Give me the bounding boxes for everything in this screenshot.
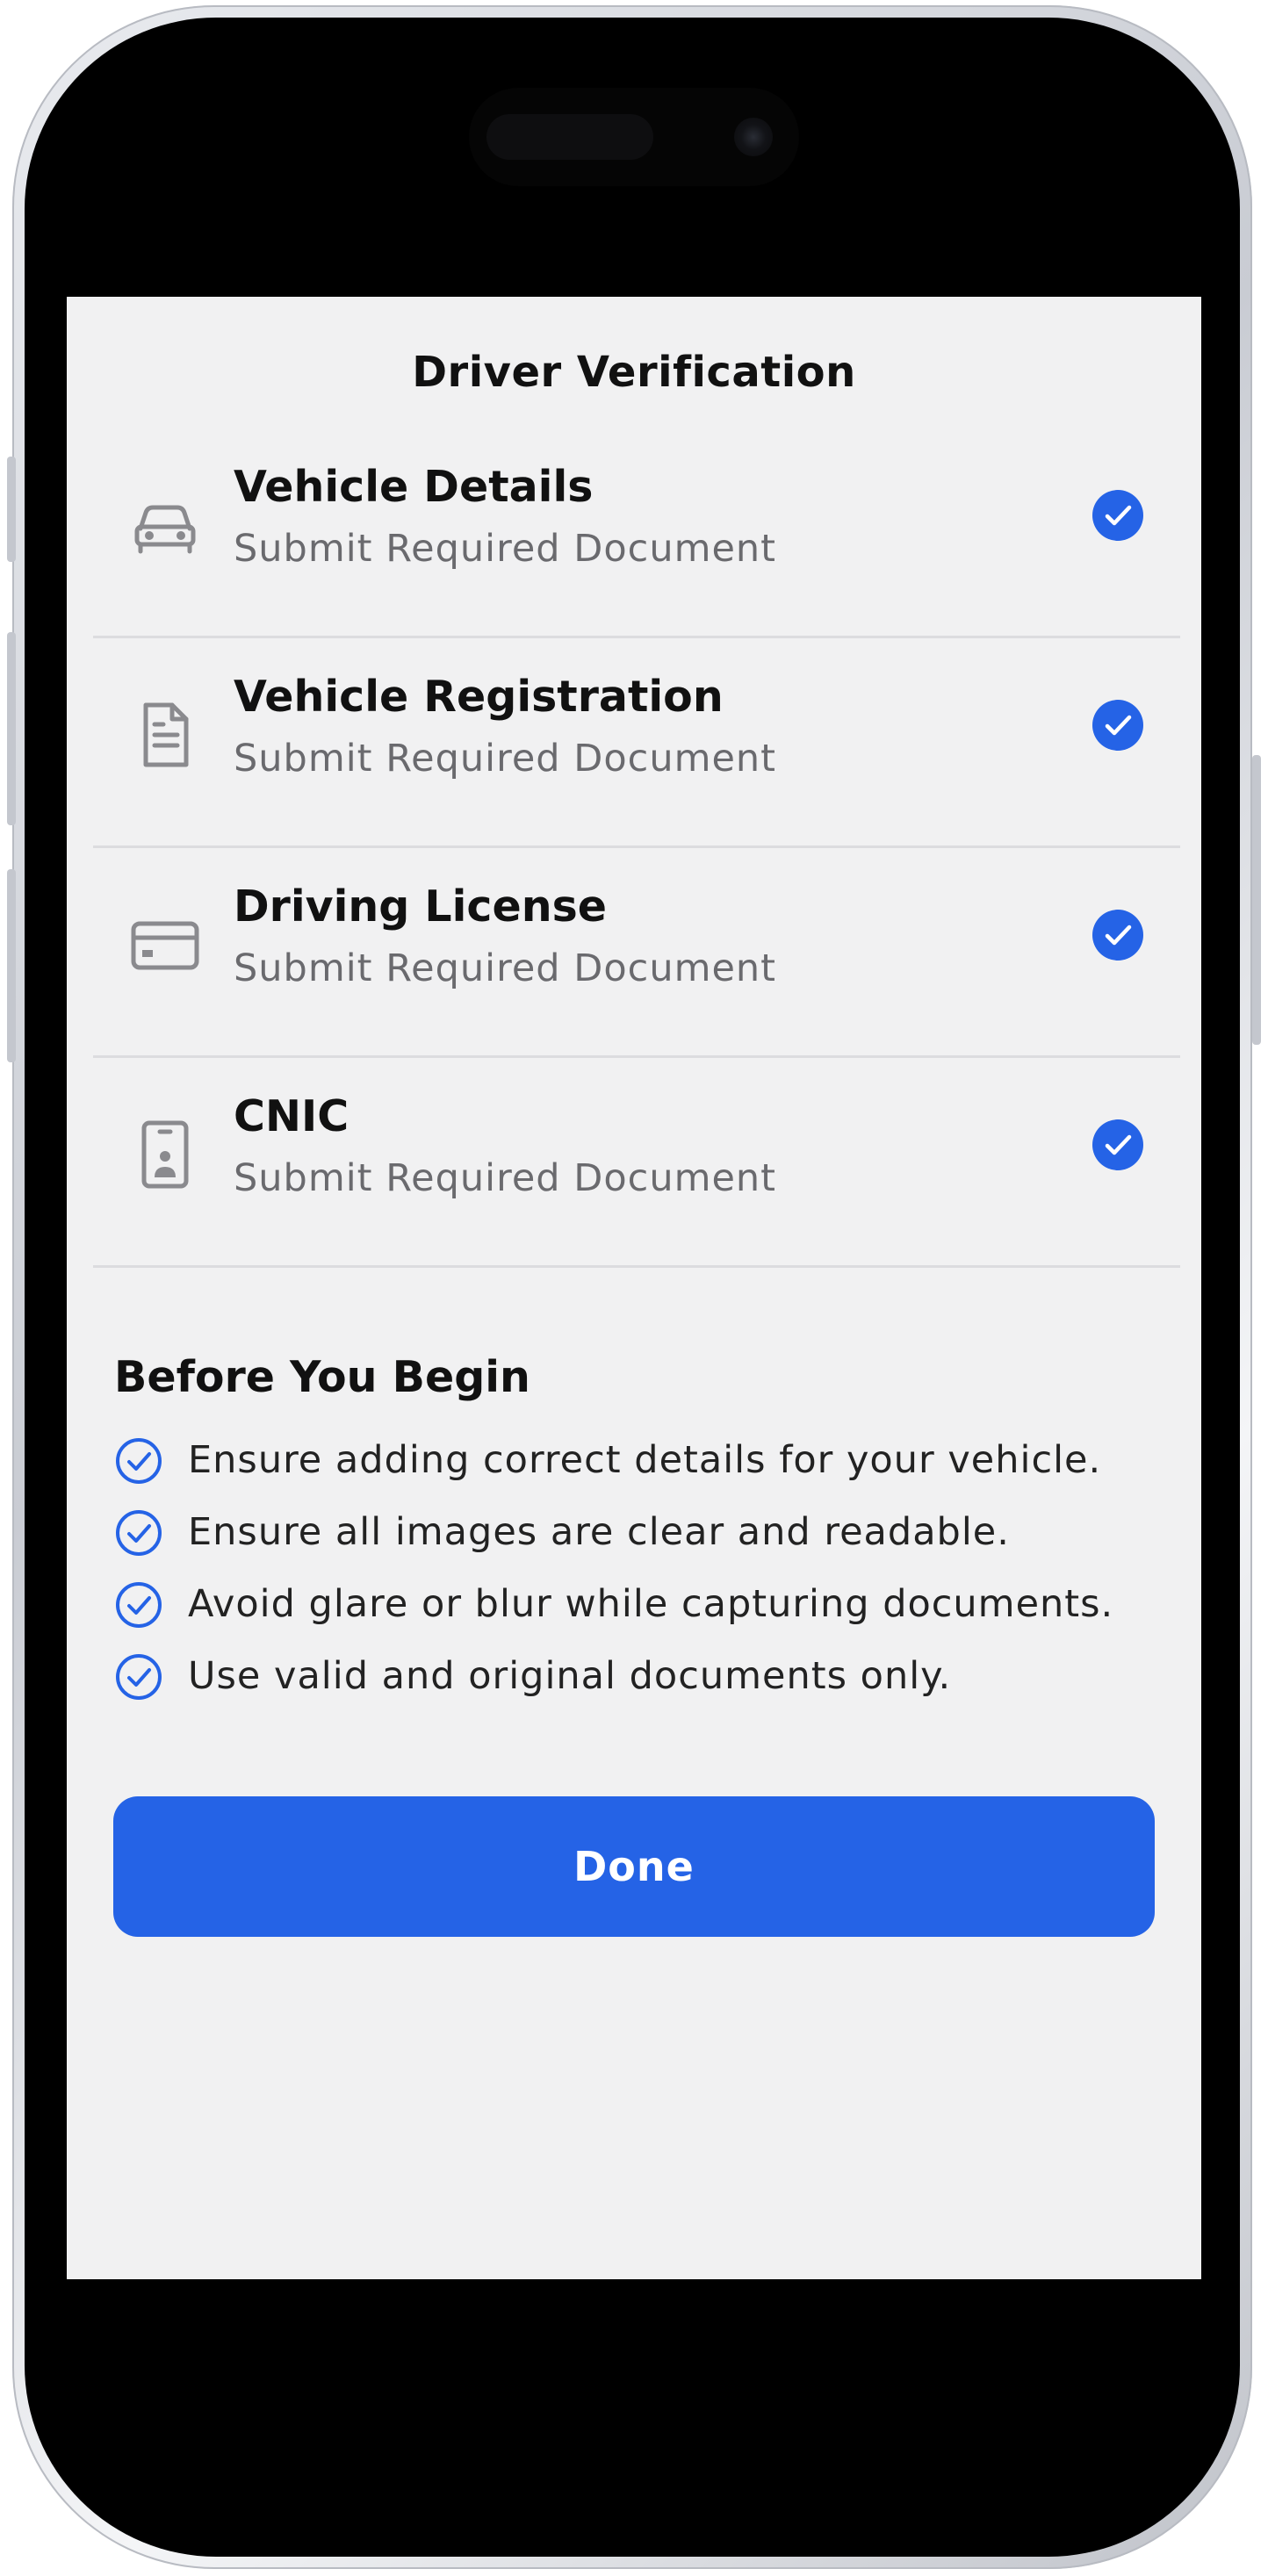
id-badge-icon <box>128 1118 202 1191</box>
check-circle-icon <box>1091 1118 1145 1172</box>
check-circle-icon <box>1091 698 1145 752</box>
document-subtitle: Submit Required Document <box>234 1156 777 1200</box>
document-row-driving-license[interactable]: Driving License Submit Required Document <box>93 848 1180 1058</box>
document-list: Vehicle Details Submit Required Document <box>93 428 1180 1268</box>
document-title: Vehicle Details <box>234 462 594 512</box>
check-outline-icon <box>114 1508 163 1558</box>
car-icon <box>128 488 202 562</box>
dynamic-island <box>469 88 799 186</box>
document-subtitle: Submit Required Document <box>234 737 777 781</box>
tip-text: Ensure all images are clear and readable… <box>188 1510 1010 1554</box>
page-title: Driver Verification <box>412 348 856 397</box>
tip-text: Ensure adding correct details for your v… <box>188 1438 1102 1482</box>
volume-up-button <box>7 632 16 825</box>
action-button <box>7 457 16 562</box>
tip-item: Ensure all images are clear and readable… <box>114 1503 1168 1575</box>
check-circle-icon <box>1091 908 1145 962</box>
document-title: Driving License <box>234 881 607 932</box>
tip-text: Avoid glare or blur while capturing docu… <box>188 1582 1114 1626</box>
tips-heading: Before You Begin <box>114 1352 530 1402</box>
document-icon <box>128 698 202 772</box>
power-button <box>1252 755 1261 1045</box>
tip-item: Ensure adding correct details for your v… <box>114 1431 1168 1503</box>
volume-down-button <box>7 869 16 1062</box>
document-row-vehicle-details[interactable]: Vehicle Details Submit Required Document <box>93 428 1180 638</box>
document-title: CNIC <box>234 1091 349 1141</box>
check-circle-icon <box>1091 488 1145 543</box>
check-outline-icon <box>114 1436 163 1486</box>
tip-item: Use valid and original documents only. <box>114 1647 1168 1719</box>
app-screen: Driver Verification Vehicle Details Subm… <box>67 297 1201 2279</box>
tips-list: Ensure adding correct details for your v… <box>114 1431 1168 1719</box>
device-mockup: Driver Verification Vehicle Details Subm… <box>0 0 1268 2576</box>
sensor-pill <box>486 114 653 160</box>
tip-text: Use valid and original documents only. <box>188 1654 952 1698</box>
document-subtitle: Submit Required Document <box>234 527 777 571</box>
card-icon <box>128 908 202 982</box>
document-row-cnic[interactable]: CNIC Submit Required Document <box>93 1058 1180 1268</box>
document-row-vehicle-registration[interactable]: Vehicle Registration Submit Required Doc… <box>93 638 1180 848</box>
document-subtitle: Submit Required Document <box>234 946 777 990</box>
front-camera <box>734 118 773 156</box>
check-outline-icon <box>114 1580 163 1630</box>
tip-item: Avoid glare or blur while capturing docu… <box>114 1575 1168 1647</box>
document-title: Vehicle Registration <box>234 672 724 722</box>
done-button[interactable]: Done <box>113 1796 1155 1937</box>
check-outline-icon <box>114 1652 163 1702</box>
